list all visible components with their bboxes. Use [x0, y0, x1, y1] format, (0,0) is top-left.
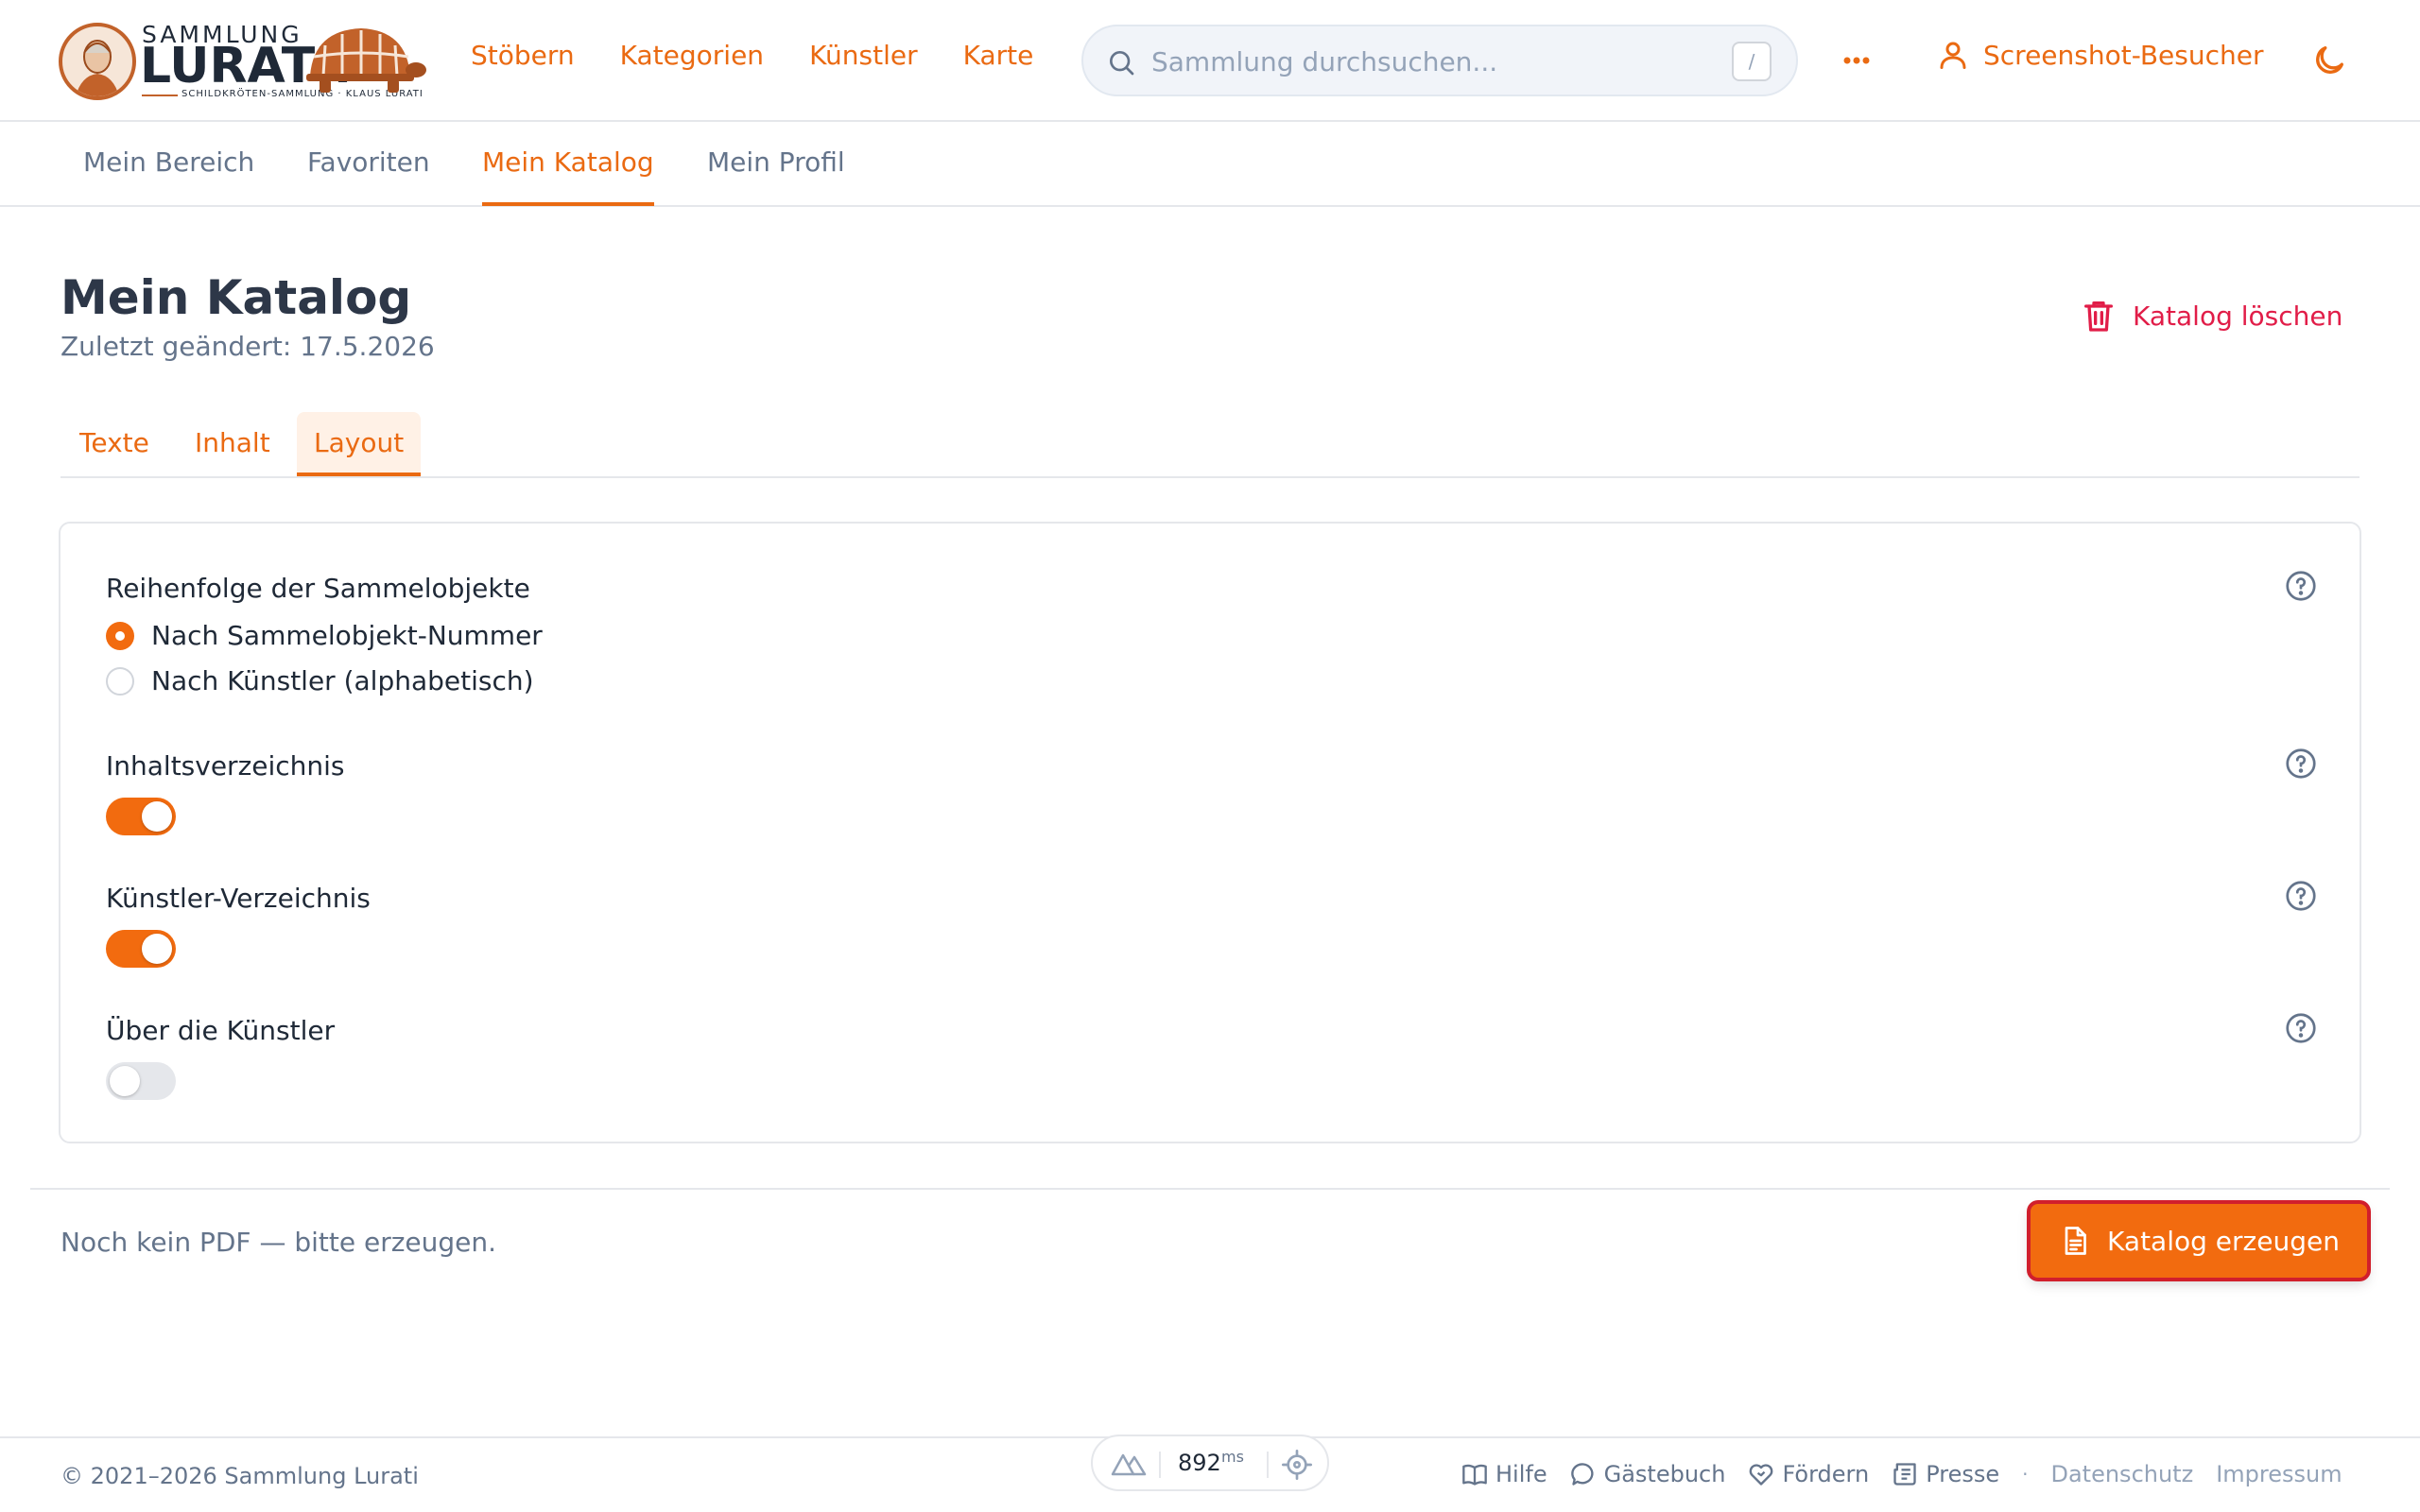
order-option-label: Nach Sammelobjekt-Nummer: [151, 620, 543, 651]
delete-catalog-button[interactable]: Katalog löschen: [2080, 297, 2342, 335]
performance-widget: 892 ms: [1091, 1435, 1329, 1491]
layout-settings-card: Reihenfolge der Sammelobjekte Nach Samme…: [59, 522, 2361, 1143]
toggle-knob: [142, 801, 172, 832]
perf-separator: [1159, 1452, 1161, 1478]
footer-link-foerdern[interactable]: Fördern: [1748, 1461, 1869, 1487]
order-label: Reihenfolge der Sammelobjekte: [106, 573, 530, 604]
account-subnav: Mein Bereich Favoriten Mein Katalog Mein…: [0, 122, 2420, 207]
toggle-knob: [110, 1066, 140, 1096]
portrait-icon: [59, 23, 136, 100]
book-icon: [1462, 1464, 1487, 1486]
artist-index-toggle[interactable]: [106, 930, 176, 968]
subnav-favoriten[interactable]: Favoriten: [307, 122, 430, 206]
search-shortcut-hint: /: [1732, 42, 1772, 81]
newspaper-icon: [1893, 1463, 1916, 1486]
tab-texte[interactable]: Texte: [62, 412, 166, 476]
search-box[interactable]: /: [1081, 25, 1798, 96]
footer-link-hilfe[interactable]: Hilfe: [1461, 1461, 1547, 1487]
artist-index-label: Künstler-Verzeichnis: [106, 883, 371, 914]
footer-link-datenschutz[interactable]: Datenschutz: [2050, 1461, 2193, 1487]
user-icon: [1940, 42, 1966, 69]
radio-unchecked[interactable]: [106, 666, 134, 696]
copyright-text: © 2021–2026 Sammlung Lurati: [60, 1463, 419, 1489]
about-artists-label: Über die Künstler: [106, 1015, 336, 1046]
document-icon: [2065, 1227, 2086, 1255]
response-time-value: 892: [1178, 1450, 1221, 1476]
nuxt-logo-icon[interactable]: [1110, 1450, 1148, 1478]
footer-link-label: Presse: [1926, 1461, 2000, 1487]
subnav-mein-katalog[interactable]: Mein Katalog: [482, 122, 654, 206]
help-icon[interactable]: [2284, 1011, 2318, 1045]
footer-link-label: Gästebuch: [1603, 1461, 1726, 1487]
radio-checked[interactable]: [106, 621, 134, 650]
help-icon[interactable]: [2284, 879, 2318, 913]
user-name: Screenshot-Besucher: [1983, 39, 2264, 71]
user-menu[interactable]: Screenshot-Besucher: [1936, 38, 2263, 72]
nav-karte[interactable]: Karte: [963, 40, 1034, 71]
toggle-knob: [142, 934, 172, 964]
chat-bubble-icon: [1570, 1463, 1594, 1486]
page-title: Mein Katalog: [60, 270, 412, 325]
nav-stoebern[interactable]: Stöbern: [471, 40, 575, 71]
tab-layout[interactable]: Layout: [297, 412, 422, 476]
brand-divider: [142, 94, 178, 96]
generate-catalog-label: Katalog erzeugen: [2107, 1225, 2340, 1257]
last-changed-text: Zuletzt geändert: 17.5.2026: [60, 331, 435, 362]
search-icon: [1110, 51, 1134, 76]
page-footer: © 2021–2026 Sammlung Lurati 892 ms Hilfe…: [0, 1435, 2420, 1512]
search-input[interactable]: [1151, 40, 1700, 83]
action-bar-divider: [30, 1188, 2390, 1190]
subnav-mein-bereich[interactable]: Mein Bereich: [83, 122, 254, 206]
theme-toggle-button[interactable]: [2310, 42, 2348, 79]
crosshair-icon[interactable]: [1282, 1450, 1312, 1480]
order-option-number[interactable]: Nach Sammelobjekt-Nummer: [106, 620, 543, 651]
trash-icon: [2084, 301, 2113, 332]
subnav-mein-profil[interactable]: Mein Profil: [707, 122, 845, 206]
heart-handshake-icon: [1750, 1464, 1773, 1486]
footer-separator: ·: [2022, 1463, 2029, 1486]
tab-inhalt[interactable]: Inhalt: [178, 412, 287, 476]
ellipsis-icon: [1843, 57, 1870, 64]
brand-logo[interactable]: SAMMLUNG LURATI. SCHILDKRÖTEN-SAMMLUNG ·…: [59, 21, 427, 104]
turtle-icon: [304, 21, 427, 96]
help-icon[interactable]: [2284, 569, 2318, 603]
main-navigation: Stöbern Kategorien Künstler Karte: [471, 40, 1033, 71]
footer-link-label: Fördern: [1782, 1461, 1870, 1487]
nav-kategorien[interactable]: Kategorien: [620, 40, 764, 71]
toc-toggle[interactable]: [106, 798, 176, 835]
toc-label: Inhaltsverzeichnis: [106, 750, 345, 782]
order-option-label: Nach Künstler (alphabetisch): [151, 665, 534, 696]
footer-link-presse[interactable]: Presse: [1892, 1461, 1999, 1487]
about-artists-toggle[interactable]: [106, 1062, 176, 1100]
help-icon[interactable]: [2284, 747, 2318, 781]
footer-link-gaestebuch[interactable]: Gästebuch: [1570, 1461, 1726, 1487]
footer-links: Hilfe Gästebuch Fördern Presse · Datensc…: [1461, 1461, 2342, 1487]
delete-catalog-label: Katalog löschen: [2133, 300, 2343, 332]
catalog-tabs: Texte Inhalt Layout: [60, 412, 2360, 478]
nav-kuenstler[interactable]: Künstler: [809, 40, 918, 71]
order-option-artist[interactable]: Nach Künstler (alphabetisch): [106, 665, 534, 696]
more-menu-button[interactable]: [1838, 42, 1876, 79]
footer-link-impressum[interactable]: Impressum: [2216, 1461, 2342, 1487]
top-header: SAMMLUNG LURATI. SCHILDKRÖTEN-SAMMLUNG ·…: [0, 0, 2420, 122]
response-time-unit: ms: [1221, 1448, 1244, 1466]
moon-icon: [2316, 46, 2343, 74]
perf-separator: [1267, 1452, 1269, 1478]
pdf-status-text: Noch kein PDF — bitte erzeugen.: [60, 1227, 497, 1258]
generate-catalog-button[interactable]: Katalog erzeugen: [2031, 1204, 2367, 1278]
footer-link-label: Hilfe: [1495, 1461, 1547, 1487]
